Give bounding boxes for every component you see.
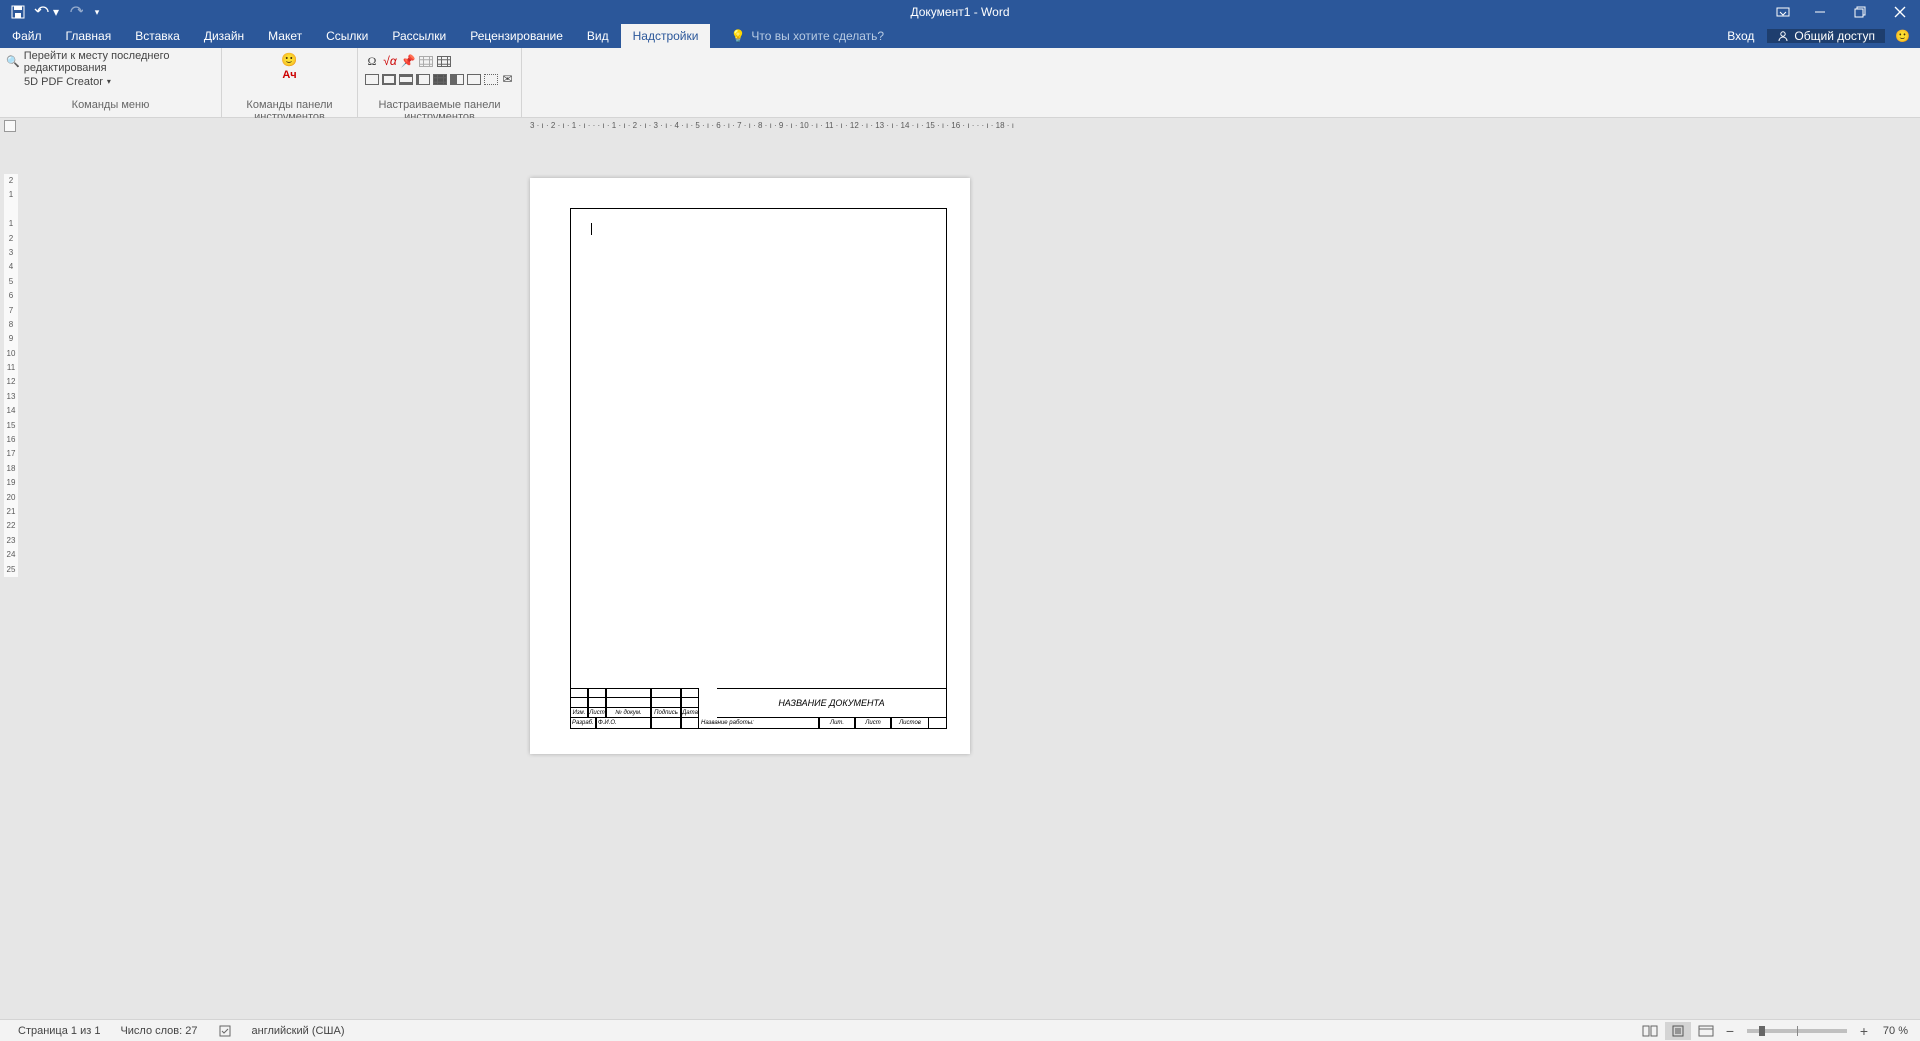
dropdown-icon: ▾ — [107, 77, 111, 86]
text-cursor — [591, 223, 592, 235]
tab-mailings[interactable]: Рассылки — [380, 24, 458, 48]
table-icon-1[interactable] — [418, 53, 434, 69]
ruler-horizontal[interactable]: 3 · ı · 2 · ı · 1 · ı · · · ı · 1 · ı · … — [530, 121, 1014, 130]
status-right: − + 70 % — [1637, 1022, 1912, 1040]
ruler-horizontal-area: 3 · ı · 2 · ı · 1 · ı · · · ı · 1 · ı · … — [0, 118, 1920, 134]
binoculars-icon: 🔍 — [6, 55, 20, 68]
tab-home[interactable]: Главная — [54, 24, 124, 48]
tab-design[interactable]: Дизайн — [192, 24, 256, 48]
ribbon-content: 🔍 Перейти к месту последнего редактирова… — [0, 48, 1920, 118]
tb-doc-name: НАЗВАНИЕ ДОКУМЕНТА — [717, 688, 947, 718]
tb-izm-header: Изм. — [570, 708, 588, 718]
ribbon-right: Вход Общий доступ 🙂 — [1714, 24, 1920, 48]
tab-layout[interactable]: Макет — [256, 24, 314, 48]
border-grid-icon[interactable] — [432, 71, 447, 87]
view-read-mode-icon[interactable] — [1637, 1022, 1663, 1040]
title-bar: ▾ ▾ Документ1 - Word — [0, 0, 1920, 24]
page-frame — [570, 208, 947, 729]
tb-fio: Ф.И.О. — [596, 718, 651, 729]
border-thick-icon[interactable] — [381, 71, 396, 87]
feedback-icon[interactable]: 🙂 — [1885, 29, 1920, 43]
tb-list-header: Лист — [588, 708, 606, 718]
title-block: Изм. Лист № докум. Подпись Дата НАЗВАНИЕ… — [570, 688, 947, 729]
tab-view[interactable]: Вид — [575, 24, 621, 48]
ruler-vertical[interactable]: 2 1 1 2 3 4 5 6 7 8 9 10 11 12 13 14 15 … — [4, 174, 18, 577]
table-icon-2[interactable] — [436, 53, 452, 69]
zoom-out-button[interactable]: − — [1721, 1023, 1739, 1039]
view-web-layout-icon[interactable] — [1693, 1022, 1719, 1040]
person-icon — [1777, 30, 1789, 42]
tab-references[interactable]: Ссылки — [314, 24, 380, 48]
ribbon-group-label: Команды панели инструментов — [228, 99, 351, 117]
tb-ndokum-header: № докум. — [606, 708, 651, 718]
tab-insert[interactable]: Вставка — [123, 24, 192, 48]
ribbon-tabs: Файл Главная Вставка Дизайн Макет Ссылки… — [0, 24, 1920, 48]
tab-selector[interactable] — [4, 120, 16, 132]
document-area: 2 1 1 2 3 4 5 6 7 8 9 10 11 12 13 14 15 … — [0, 134, 1920, 1019]
tb-lit: Лит. — [819, 718, 855, 729]
undo-dropdown-icon[interactable]: ▾ — [52, 4, 60, 20]
omega-icon[interactable]: Ω — [364, 53, 380, 69]
quick-access-toolbar: ▾ ▾ — [0, 4, 102, 20]
zoom-slider[interactable] — [1747, 1029, 1847, 1033]
ribbon-options-icon[interactable] — [1766, 0, 1800, 24]
undo-icon[interactable] — [34, 4, 50, 20]
ribbon-group-custom-toolbars: Ω √α 📌 ✉ Настраиваемые панели инструмент… — [358, 48, 522, 117]
minimize-icon[interactable] — [1800, 0, 1840, 24]
zoom-in-button[interactable]: + — [1855, 1023, 1873, 1039]
title-bar-right — [1766, 0, 1920, 24]
ribbon-group-toolbar-commands: 🙂 Aч Команды панели инструментов — [222, 48, 358, 117]
envelope-icon[interactable]: ✉ — [500, 71, 515, 87]
close-icon[interactable] — [1880, 0, 1920, 24]
border-plain-icon[interactable] — [364, 71, 379, 87]
smiley-button[interactable]: 🙂 — [281, 52, 297, 69]
status-proofing-icon[interactable] — [208, 1024, 242, 1038]
scrollbar-vertical[interactable] — [1902, 134, 1920, 1019]
ribbon-group-menu-commands: 🔍 Перейти к месту последнего редактирова… — [0, 48, 222, 117]
tab-review[interactable]: Рецензирование — [458, 24, 575, 48]
tell-me-search[interactable]: 💡 Что вы хотите сделать? — [710, 24, 884, 48]
view-print-layout-icon[interactable] — [1665, 1022, 1691, 1040]
border-outer-icon[interactable] — [466, 71, 481, 87]
share-button[interactable]: Общий доступ — [1767, 29, 1885, 43]
tb-podpis-header: Подпись — [651, 708, 681, 718]
tell-me-placeholder: Что вы хотите сделать? — [751, 29, 884, 43]
ribbon-group-label: Команды меню — [6, 99, 215, 117]
border-tb-icon[interactable] — [398, 71, 413, 87]
save-icon[interactable] — [10, 4, 26, 20]
status-words[interactable]: Число слов: 27 — [110, 1025, 207, 1037]
zoom-level[interactable]: 70 % — [1875, 1025, 1912, 1037]
status-bar: Страница 1 из 1 Число слов: 27 английски… — [0, 1019, 1920, 1041]
tb-data-header: Дата — [681, 708, 699, 718]
qat-customize-icon[interactable]: ▾ — [92, 4, 102, 20]
border-side-icon[interactable] — [415, 71, 430, 87]
border-half-icon[interactable] — [449, 71, 464, 87]
document-title: Документ1 - Word — [910, 5, 1009, 19]
status-page[interactable]: Страница 1 из 1 — [8, 1025, 110, 1037]
tab-file[interactable]: Файл — [0, 24, 54, 48]
lightbulb-icon: 💡 — [730, 29, 745, 43]
tb-work-name: Название работы: — [699, 718, 819, 729]
pushpin-icon[interactable]: 📌 — [400, 53, 416, 69]
ribbon-group-label: Настраиваемые панели инструментов — [364, 99, 515, 117]
equation-icon[interactable]: √α — [382, 53, 398, 69]
font-color-icon[interactable]: Aч — [282, 69, 296, 86]
border-none-icon[interactable] — [483, 71, 498, 87]
status-language[interactable]: английский (США) — [242, 1025, 355, 1037]
tab-addins[interactable]: Надстройки — [621, 24, 711, 48]
tb-list2: Лист — [855, 718, 891, 729]
goto-last-edit-button[interactable]: 🔍 Перейти к месту последнего редактирова… — [6, 53, 215, 70]
redo-icon[interactable] — [68, 4, 84, 20]
document-page[interactable]: Изм. Лист № докум. Подпись Дата НАЗВАНИЕ… — [530, 178, 970, 754]
tb-razrab: Разраб. — [570, 718, 596, 729]
restore-icon[interactable] — [1840, 0, 1880, 24]
tb-listov: Листов — [891, 718, 929, 729]
pdf-creator-button[interactable]: 5D PDF Creator ▾ — [6, 73, 215, 90]
sign-in-button[interactable]: Вход — [1714, 29, 1767, 43]
